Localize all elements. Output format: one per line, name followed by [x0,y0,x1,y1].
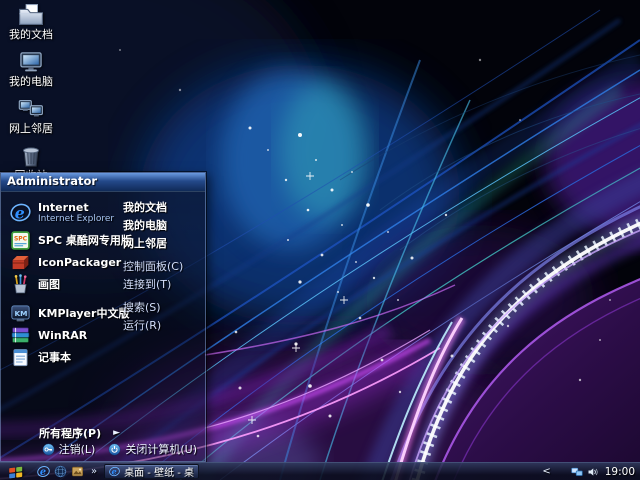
tray-volume-icon[interactable] [587,466,599,478]
notepad-icon [10,347,31,368]
desktop-icon-my-documents[interactable]: 我的文档 [0,2,62,41]
desktop-icon-list: 我的文档 我的电脑 网上邻居 回收站 [0,2,62,182]
desktop-icon-network-places[interactable]: 网上邻居 [0,96,62,135]
tray-network-icon[interactable] [571,466,583,478]
spc-icon [10,230,31,251]
my-documents-icon [18,2,44,28]
start-menu-item-notepad[interactable]: 记事本 [10,346,117,368]
start-menu-item-paint[interactable]: 画图 [10,273,117,295]
quick-launch-overflow-chevron-icon[interactable]: » [91,466,97,477]
desktop: 我的文档 我的电脑 网上邻居 回收站 Administrator Interne… [0,0,640,480]
taskbar: » 桌面 - 壁纸 - 桌酷壁... < 19:00 [0,462,640,480]
start-menu-item-my-documents[interactable]: 我的文档 [123,199,205,217]
start-menu-footer: 注销(L) 关闭计算机(U) [42,441,197,457]
desktop-icon-my-computer[interactable]: 我的电脑 [0,49,62,88]
start-menu-item-internet-explorer[interactable]: Internet Internet Explorer [10,197,117,227]
network-places-icon [18,96,44,122]
places-column: 我的文档 我的电脑 网上邻居 控制面板(C) 连接到(T) 搜索(S) 运行(R… [117,192,205,422]
my-computer-icon [18,49,44,75]
recycle-bin-icon [18,143,44,169]
start-menu-body: Internet Internet Explorer SPC 桌酷网专用版 Ic… [1,192,205,422]
taskbar-clock[interactable]: 19:00 [605,466,635,478]
start-menu-item-search[interactable]: 搜索(S) [123,299,205,317]
user-name: Administrator [7,174,97,188]
quick-launch-bar: » [37,465,97,478]
quick-launch-globe-icon[interactable] [54,465,67,478]
power-icon [108,443,121,456]
quick-launch-internet-explorer-icon[interactable] [37,465,50,478]
start-menu-item-control-panel[interactable]: 控制面板(C) [123,258,205,276]
start-menu-item-kmplayer[interactable]: KMPlayer中文版 [10,302,117,324]
iconpackager-icon [10,252,31,273]
start-menu-user-banner: Administrator [1,173,205,192]
system-tray: < 19:00 [542,466,640,478]
desktop-icon-label: 我的文档 [9,29,53,41]
log-off-key-icon [42,443,55,456]
start-button[interactable] [0,463,32,480]
quick-launch-media-icon[interactable] [71,465,84,478]
desktop-icon-label: 网上邻居 [9,123,53,135]
all-programs-arrow-icon: ► [113,428,120,438]
winrar-icon [10,325,31,346]
start-menu-item-my-computer[interactable]: 我的电脑 [123,217,205,235]
taskbar-task-wallpaper-window[interactable]: 桌面 - 壁纸 - 桌酷壁... [104,464,199,479]
start-menu-item-network-places[interactable]: 网上邻居 [123,235,205,253]
start-menu-item-run[interactable]: 运行(R) [123,317,205,335]
pinned-programs-column: Internet Internet Explorer SPC 桌酷网专用版 Ic… [1,192,117,422]
windows-flag-icon [7,464,25,479]
shut-down-button[interactable]: 关闭计算机(U) [108,441,197,457]
start-menu-item-spc[interactable]: SPC 桌酷网专用版 [10,229,117,251]
paint-icon [10,274,31,295]
start-menu-item-winrar[interactable]: WinRAR [10,324,117,346]
desktop-icon-label: 我的电脑 [9,76,53,88]
internet-explorer-icon [109,466,120,477]
start-menu-item-iconpackager[interactable]: IconPackager [10,251,117,273]
log-off-button[interactable]: 注销(L) [42,441,96,457]
tray-collapse-chevron-icon[interactable]: < [542,466,550,477]
start-menu-item-connect-to[interactable]: 连接到(T) [123,276,205,294]
kmplayer-icon [10,303,31,324]
all-programs-button[interactable]: 所有程序(P) ► [39,424,120,442]
internet-explorer-icon [10,202,31,223]
start-menu: Administrator Internet Internet Explorer… [0,172,206,462]
